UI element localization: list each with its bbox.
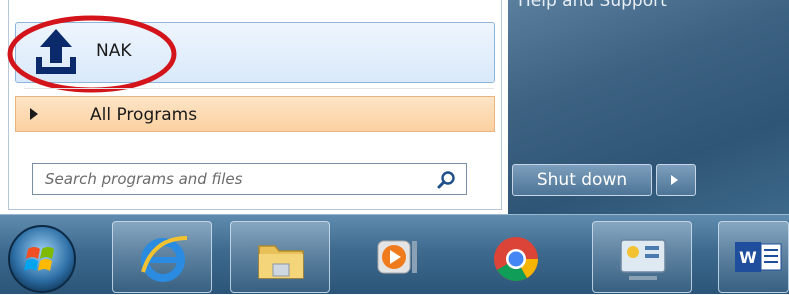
pinned-item-nak[interactable]: NAK (15, 22, 495, 83)
search-input[interactable] (33, 164, 423, 194)
shutdown-button[interactable]: Shut down (512, 164, 652, 196)
shutdown-options-button[interactable] (656, 164, 696, 196)
help-and-support-link[interactable]: Help and Support (518, 0, 667, 11)
all-programs-button[interactable]: All Programs (15, 96, 495, 132)
all-programs-label: All Programs (90, 105, 198, 125)
taskbar-item-chrome[interactable] (466, 221, 566, 293)
word-icon: W (735, 242, 782, 272)
taskbar-item-word[interactable]: W (718, 221, 789, 293)
taskbar: W (0, 214, 789, 294)
ie-icon (141, 236, 188, 282)
upload-icon (36, 29, 76, 74)
start-menu-left-panel: NAK All Programs (0, 0, 509, 214)
folder-icon (258, 245, 304, 279)
svg-text:W: W (739, 248, 757, 267)
taskbar-item-internet-explorer[interactable] (112, 221, 212, 293)
start-menu-right-panel: Help and Support Shut down (508, 0, 789, 214)
media-player-icon (377, 240, 417, 274)
taskbar-item-media-player[interactable] (348, 221, 448, 293)
taskbar-item-file-explorer[interactable] (230, 221, 330, 293)
chevron-right-icon (671, 175, 678, 185)
pinned-item-label: NAK (96, 41, 132, 61)
search-box[interactable] (32, 163, 467, 195)
search-icon[interactable] (436, 170, 456, 190)
menu-separator (24, 88, 494, 89)
taskbar-item-control-panel[interactable] (592, 221, 692, 293)
control-panel-icon (620, 239, 666, 280)
windows-logo-icon[interactable] (6, 223, 78, 295)
right-arrow-icon (30, 108, 38, 120)
chrome-icon (494, 237, 538, 281)
